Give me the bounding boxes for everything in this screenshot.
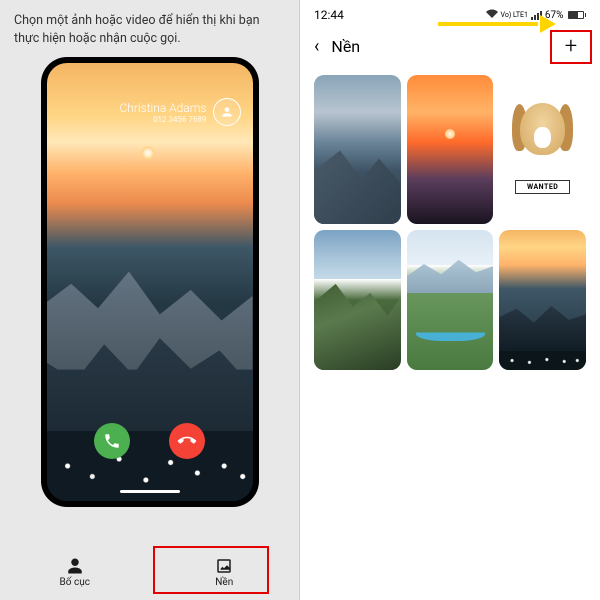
reject-call-button[interactable] [169,423,205,459]
video-badge: Video [320,205,352,218]
right-panel: 12:44 Vo) LTE1 67% ‹ Nền + Video [300,0,600,600]
caller-number: 012 3456 7689 [119,115,206,124]
highlight-background-tab [153,546,269,594]
call-buttons [47,423,253,459]
wallpaper-tile[interactable] [407,75,494,224]
wanted-label: WANTED [515,180,570,194]
gallery-title: Nền [331,37,360,56]
highlight-add-button [550,30,592,64]
wallpaper-tile[interactable]: WANTED [499,75,586,224]
person-icon [66,557,84,575]
wallpaper-tile[interactable]: Video [314,75,401,224]
battery-icon [568,11,587,19]
tab-layout-label: Bố cục [60,577,90,588]
wallpaper-tile[interactable] [314,230,401,370]
instruction-text: Chọn một ảnh hoặc video để hiển thị khi … [0,0,299,57]
back-button[interactable]: ‹ [314,36,319,57]
wallpaper-tile[interactable] [499,230,586,370]
left-panel: Chọn một ảnh hoặc video để hiển thị khi … [0,0,300,600]
gallery-header: ‹ Nền + [300,26,600,67]
wallpaper-grid: Video WANTED [300,67,600,378]
caller-avatar [213,98,241,126]
phone-mockup: Christina Adams 012 3456 7689 [41,57,259,507]
tab-layout[interactable]: Bố cục [0,544,150,600]
status-time: 12:44 [314,8,344,22]
caller-name: Christina Adams [119,101,206,115]
annotation-arrow [438,18,558,30]
caller-info: Christina Adams 012 3456 7689 [119,98,240,126]
accept-call-button[interactable] [94,423,130,459]
home-indicator [120,490,180,493]
wallpaper-tile[interactable] [407,230,494,370]
phone-screen: Christina Adams 012 3456 7689 [47,63,253,501]
